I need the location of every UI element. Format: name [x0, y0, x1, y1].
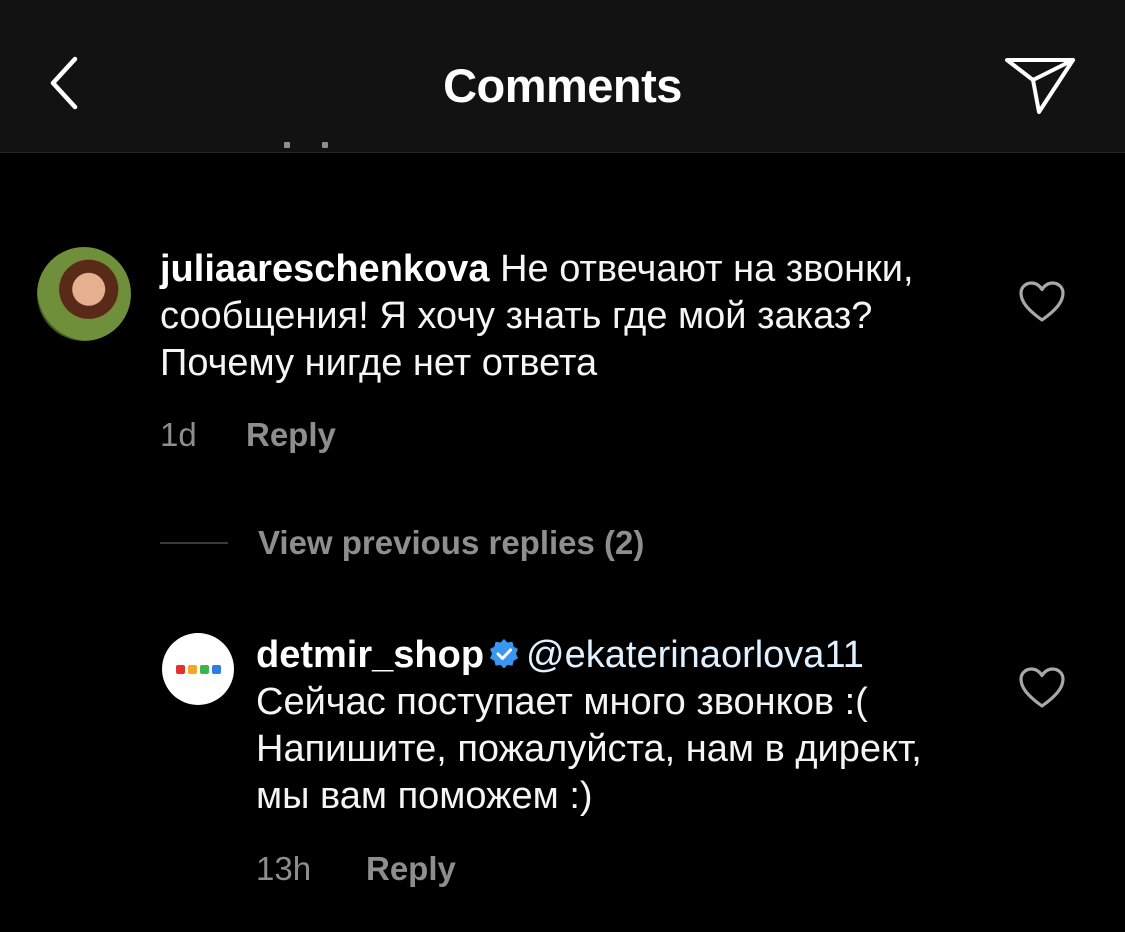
scrolled-text-fragment — [250, 140, 350, 158]
avatar[interactable] — [37, 247, 131, 341]
divider-line — [160, 542, 228, 544]
page-title: Comments — [443, 59, 682, 112]
view-previous-replies-label: View previous replies (2) — [258, 524, 645, 561]
reply-button[interactable]: Reply — [246, 416, 336, 454]
share-button[interactable] — [998, 50, 1082, 120]
paper-plane-icon — [1005, 58, 1075, 114]
comment-text: Сейчас поступает много звонков :( Напиши… — [256, 681, 922, 817]
comment-body: juliaareschenkova Не отвечают на звонки,… — [160, 246, 960, 387]
comment-timestamp: 13h — [256, 850, 312, 887]
reply-button[interactable]: Reply — [366, 850, 456, 888]
heart-icon[interactable] — [1018, 280, 1066, 324]
top-nav-bar: Comments — [0, 0, 1125, 153]
mention-link[interactable]: @ekaterinaorlova11 — [526, 634, 864, 676]
comment-body: detmir_shop @ekaterinaorlova11 Сейчас по… — [256, 632, 976, 820]
comment-username[interactable]: detmir_shop — [256, 634, 484, 676]
comment-username[interactable]: juliaareschenkova — [160, 248, 490, 290]
comment-timestamp: 1d — [160, 416, 197, 453]
view-previous-replies-button[interactable]: View previous replies (2) — [160, 524, 644, 562]
verified-badge-icon — [490, 639, 519, 669]
avatar[interactable] — [162, 633, 234, 705]
heart-icon[interactable] — [1018, 666, 1066, 710]
